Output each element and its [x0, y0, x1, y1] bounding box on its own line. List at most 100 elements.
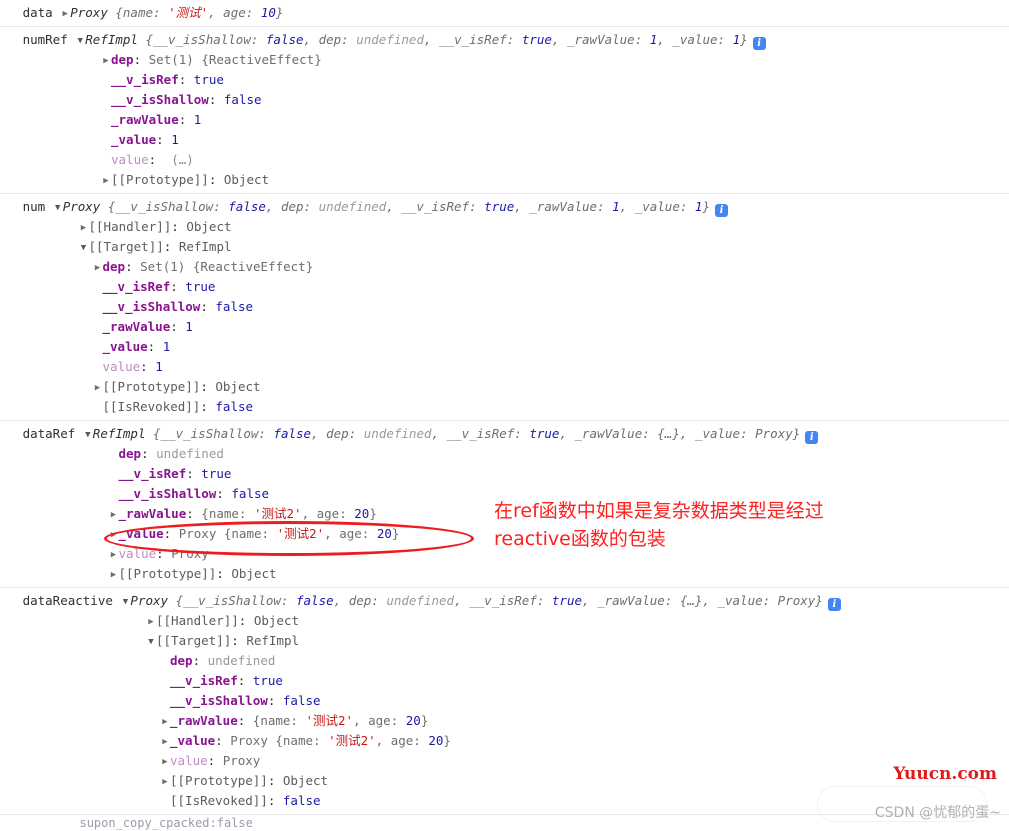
chevron-right-icon[interactable]: ▶	[101, 51, 111, 71]
object-class-name: Proxy	[62, 199, 108, 214]
chevron-down-icon[interactable]: ▼	[83, 425, 93, 445]
property-row[interactable]: _rawValue: 1	[0, 317, 1009, 337]
preview-text: , dep:	[265, 199, 319, 214]
preview-text: , dep:	[303, 32, 357, 47]
chevron-right-icon[interactable]: ▶	[160, 712, 170, 732]
property-row[interactable]: _value: 1	[0, 130, 1009, 150]
chevron-right-icon[interactable]: ▶	[109, 545, 119, 565]
chevron-down-icon[interactable]: ▼	[75, 31, 85, 51]
property-row[interactable]: ▶ [[Prototype]]: Object	[0, 564, 1009, 584]
property-row[interactable]: __v_isShallow: false	[0, 90, 1009, 110]
chevron-right-icon[interactable]: ▶	[93, 378, 103, 398]
property-key: _rawValue	[102, 319, 171, 334]
property-separator: :	[147, 339, 163, 354]
property-separator: :	[178, 112, 194, 127]
console-group-header[interactable]: data ▶ Proxy {name: '测试', age: 10}	[0, 3, 1009, 23]
chevron-right-icon[interactable]: ▶	[109, 525, 119, 545]
chevron-right-icon[interactable]: ▶	[79, 218, 89, 238]
property-value: 1	[194, 112, 202, 127]
chevron-down-icon[interactable]: ▼	[53, 198, 63, 218]
preview-text: , age:	[301, 506, 355, 521]
property-row[interactable]: [[IsRevoked]]: false	[0, 791, 1009, 811]
property-row[interactable]: ▼ [[Target]]: RefImpl	[0, 237, 1009, 257]
property-row[interactable]: value: 1	[0, 357, 1009, 377]
object-preview: {__v_isShallow: false, dep: undefined, _…	[176, 593, 823, 608]
console-group-header[interactable]: num ▼ Proxy {__v_isShallow: false, dep: u…	[0, 197, 1009, 217]
info-icon[interactable]: i	[714, 204, 728, 217]
boolean-value: true	[193, 72, 224, 87]
property-row[interactable]: ▶ [[Handler]]: Object	[0, 611, 1009, 631]
number-value: 20	[354, 506, 370, 521]
chevron-down-icon[interactable]: ▼	[79, 238, 89, 258]
property-row[interactable]: _value: 1	[0, 337, 1009, 357]
property-row[interactable]: dep: undefined	[0, 651, 1009, 671]
info-icon[interactable]: i	[752, 37, 766, 50]
property-row[interactable]: ▶ [[Prototype]]: Object	[0, 170, 1009, 190]
chevron-right-icon[interactable]: ▶	[109, 565, 119, 585]
property-row[interactable]: __v_isShallow: false	[0, 691, 1009, 711]
property-separator: :	[207, 753, 223, 768]
chevron-right-icon[interactable]: ▶	[160, 772, 170, 792]
boolean-value: false	[273, 426, 312, 441]
property-separator: :	[133, 52, 149, 67]
preview-text: , __v_isRef:	[423, 32, 522, 47]
chevron-right-icon[interactable]: ▶	[146, 612, 156, 632]
property-key: dep	[111, 52, 134, 67]
internal-value: Object	[282, 773, 329, 788]
property-key: [[Target]]	[156, 633, 232, 648]
property-row[interactable]: ▶ [[Prototype]]: Object	[0, 377, 1009, 397]
preview-text: }	[369, 506, 377, 521]
property-row[interactable]: ▶ _value: Proxy {name: '测试2', age: 20}	[0, 731, 1009, 751]
property-row[interactable]: ▶ _rawValue: {name: '测试2', age: 20}	[0, 711, 1009, 731]
property-row[interactable]: __v_isRef: true	[0, 464, 1009, 484]
number-value: 20	[428, 733, 444, 748]
preview-text: , age:	[208, 5, 261, 20]
property-row[interactable]: __v_isShallow: false	[0, 297, 1009, 317]
boolean-value: true	[185, 279, 216, 294]
property-key: __v_isRef	[118, 466, 187, 481]
chevron-right-icon[interactable]: ▶	[93, 258, 103, 278]
value-text: Proxy	[222, 753, 261, 768]
console-group: num ▼ Proxy {__v_isShallow: false, dep: u…	[0, 194, 1009, 421]
chevron-right-icon[interactable]: ▶	[101, 171, 111, 191]
property-value: false	[215, 399, 253, 414]
info-icon[interactable]: i	[827, 598, 841, 611]
console-group-header[interactable]: dataRef ▼ RefImpl {__v_isShallow: false, …	[0, 424, 1009, 444]
chevron-right-icon[interactable]: ▶	[109, 505, 119, 525]
preview-text: {__v_isShallow:	[107, 199, 229, 214]
property-row[interactable]: _rawValue: 1	[0, 110, 1009, 130]
chevron-down-icon[interactable]: ▼	[146, 632, 156, 652]
property-value: Proxy	[171, 546, 209, 561]
property-row[interactable]: __v_isRef: true	[0, 671, 1009, 691]
console-group-header[interactable]: numRef ▼ RefImpl {__v_isShallow: false, d…	[0, 30, 1009, 50]
chevron-right-icon[interactable]: ▶	[160, 732, 170, 752]
property-row[interactable]: __v_isRef: true	[0, 70, 1009, 90]
number-value: 20	[405, 713, 421, 728]
property-row[interactable]: ▶ dep: Set(1) {ReactiveEffect}	[0, 50, 1009, 70]
property-row[interactable]: [[IsRevoked]]: false	[0, 397, 1009, 417]
internal-value: Object	[253, 613, 300, 628]
value-text: Set(1) {ReactiveEffect}	[148, 52, 322, 67]
chevron-right-icon[interactable]: ▶	[160, 752, 170, 772]
console-group-header[interactable]: dataReactive ▼ Proxy {__v_isShallow: fals…	[0, 591, 1009, 611]
property-row[interactable]: ▶ [[Handler]]: Object	[0, 217, 1009, 237]
property-row[interactable]: ▶ value: Proxy	[0, 751, 1009, 771]
number-value: 1	[155, 359, 163, 374]
property-row[interactable]: ▶ [[Prototype]]: Object	[0, 771, 1009, 791]
chevron-right-icon[interactable]: ▶	[60, 4, 70, 24]
chevron-down-icon[interactable]: ▼	[120, 592, 130, 612]
property-key: value	[170, 753, 208, 768]
property-key: dep	[118, 446, 142, 461]
property-row[interactable]: dep: undefined	[0, 444, 1009, 464]
devtools-console-output[interactable]: data ▶ Proxy {name: '测试', age: 10} numRef…	[0, 0, 1009, 831]
object-class-name: Proxy	[130, 593, 176, 608]
property-row[interactable]: ▼ [[Target]]: RefImpl	[0, 631, 1009, 651]
property-row[interactable]: value: (…)	[0, 150, 1009, 170]
property-row[interactable]: ▶ dep: Set(1) {ReactiveEffect}	[0, 257, 1009, 277]
property-row[interactable]: __v_isRef: true	[0, 277, 1009, 297]
info-icon[interactable]: i	[805, 431, 819, 444]
